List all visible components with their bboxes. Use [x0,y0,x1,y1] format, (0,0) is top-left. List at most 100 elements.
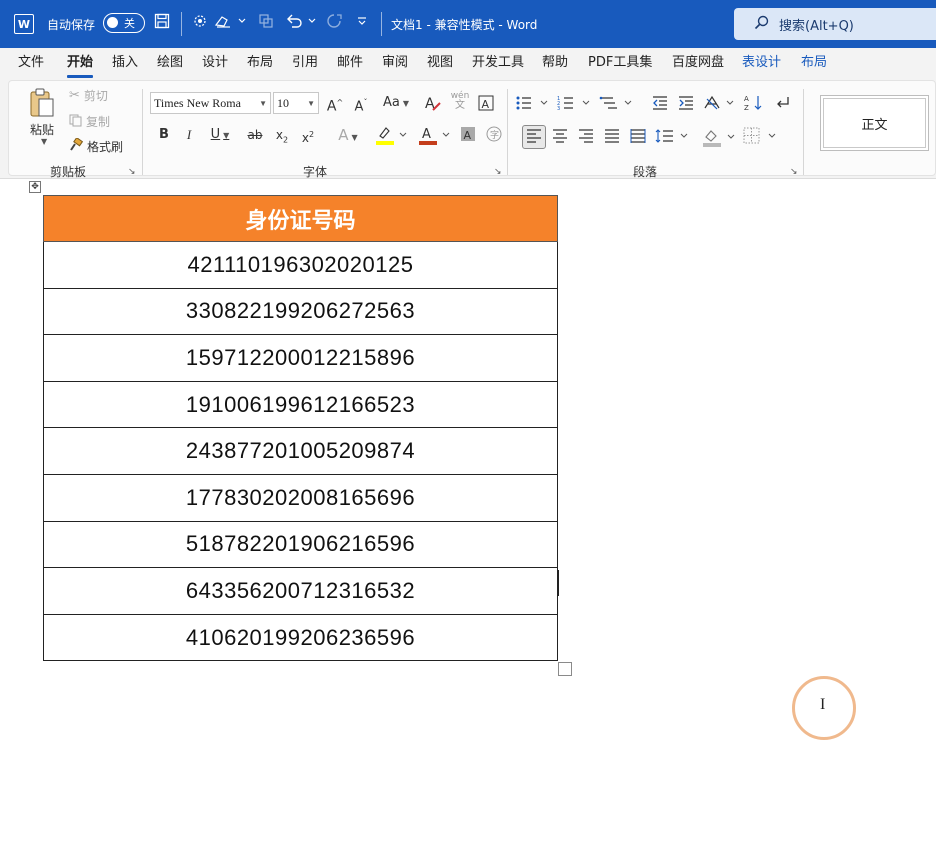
copy-button[interactable]: 复制 [69,113,110,130]
ink-draw-icon[interactable] [214,13,248,33]
align-right-icon[interactable] [577,128,595,146]
show-formatting-marks-icon[interactable] [772,94,792,112]
table-row[interactable]: 518782201906216596 [43,521,558,569]
paste-button[interactable]: 粘贴 [30,121,54,138]
character-border-icon[interactable]: A [476,94,496,112]
shading-icon[interactable] [702,127,738,147]
table-header-cell[interactable]: 身份证号码 [43,195,558,242]
touch-mode-icon[interactable] [256,13,276,33]
font-launcher-icon[interactable]: ↘ [494,167,502,177]
distributed-icon[interactable] [629,128,647,146]
svg-text:A: A [744,95,749,103]
font-name-combo[interactable]: Times New Roma ▼ [150,92,271,114]
bullets-icon[interactable] [515,94,551,112]
document-canvas[interactable]: ✥ 身份证号码 421110196302020125 3308221992062… [0,180,936,850]
highlight-color-icon[interactable] [374,124,410,145]
table-row[interactable]: 243877201005209874 [43,428,558,475]
table-row[interactable]: 159712200012215896 [43,335,558,382]
italic-icon[interactable]: I [180,126,198,144]
line-spacing-icon[interactable] [655,127,691,145]
clear-formatting-icon[interactable]: A [423,94,443,112]
group-separator [803,89,804,175]
copy-icon [69,114,82,130]
character-shading-icon[interactable]: A [459,126,477,144]
subscript-icon[interactable]: x2 [272,126,292,144]
tab-draw[interactable]: 绘图 [157,55,183,71]
strikethrough-icon[interactable]: ab [245,126,265,144]
ribbon: 粘贴 ▼ ✂ 剪切 复制 格式刷 剪贴板 ↘ Times New Roma ▼ … [0,78,936,179]
tab-home[interactable]: 开始 [67,55,94,78]
table-row[interactable]: 421110196302020125 [43,242,558,289]
chinese-layout-icon[interactable] [703,94,737,112]
tab-developer[interactable]: 开发工具 [472,55,524,71]
tab-insert[interactable]: 插入 [112,55,138,71]
format-painter-button[interactable]: 格式刷 [69,136,123,155]
table-row[interactable]: 177830202008165696 [43,474,558,522]
enclose-characters-icon[interactable]: 字 [485,126,503,144]
superscript-icon[interactable]: x2 [298,126,318,145]
chevron-down-icon: ▼ [259,99,267,108]
scissors-icon: ✂ [69,88,80,103]
autosave-toggle[interactable]: 关 [103,13,145,33]
table-move-handle-icon[interactable]: ✥ [29,181,41,193]
ink-icon[interactable] [190,13,210,33]
tab-file[interactable]: 文件 [18,55,44,71]
phonetic-guide-icon[interactable]: wén 文 [450,91,470,115]
table-row[interactable]: 643356200712316532 [43,568,558,615]
change-case-icon[interactable]: Aa ▼ [379,94,413,112]
align-center-icon[interactable] [551,128,569,146]
tab-design[interactable]: 设计 [202,55,228,71]
tab-table-layout[interactable]: 布局 [801,55,827,71]
sort-icon[interactable]: AZ [743,94,765,112]
cut-button[interactable]: ✂ 剪切 [69,87,108,104]
tab-layout[interactable]: 布局 [247,55,273,71]
tab-view[interactable]: 视图 [427,55,453,71]
tab-references[interactable]: 引用 [292,55,318,71]
tab-help[interactable]: 帮助 [542,55,568,71]
search-input[interactable]: 搜索(Alt+Q) [734,8,936,40]
pinyin-bottom: 文 [455,100,465,111]
table-resize-handle[interactable] [558,662,572,676]
multilevel-list-icon[interactable] [599,94,635,112]
text-caret [558,570,559,596]
paste-dropdown[interactable]: ▼ [38,137,47,146]
font-size-combo[interactable]: 10 ▼ [273,92,319,114]
tab-mailings[interactable]: 邮件 [337,55,363,71]
save-icon[interactable] [152,13,172,33]
svg-text:字: 字 [490,129,499,141]
paste-label: 粘贴 [30,123,55,137]
decrease-indent-icon[interactable] [650,94,670,112]
redo-icon[interactable] [323,13,345,33]
tab-review[interactable]: 审阅 [382,55,408,71]
ribbon-panel: 粘贴 ▼ ✂ 剪切 复制 格式刷 剪贴板 ↘ Times New Roma ▼ … [8,80,936,179]
table-row[interactable]: 410620199206236596 [43,614,558,662]
justify-icon[interactable] [603,128,621,146]
clipboard-launcher-icon[interactable]: ↘ [128,167,136,177]
svg-text:Z: Z [744,104,749,112]
chevron-down-icon: ▼ [307,99,315,108]
ibeam-cursor-icon: I [820,696,826,713]
paragraph-launcher-icon[interactable]: ↘ [790,167,798,177]
numbering-icon[interactable]: 123 [557,94,593,112]
id-number-table: 身份证号码 421110196302020125 330822199206272… [43,195,558,662]
bold-icon[interactable]: B [155,126,173,144]
table-row[interactable]: 191006199612166523 [43,381,558,429]
text-effects-icon[interactable]: A ▼ [329,126,367,144]
paste-icon[interactable] [27,87,57,119]
tab-baidu-netdisk[interactable]: 百度网盘 [672,55,724,71]
undo-icon[interactable] [285,13,319,33]
align-left-icon[interactable] [525,128,543,146]
shrink-font-icon[interactable]: Aˇ [351,94,371,114]
style-normal[interactable]: 正文 [820,95,929,151]
autosave-state: 关 [124,17,135,30]
table-row[interactable]: 330822199206272563 [43,288,558,336]
brush-icon [69,136,84,155]
increase-indent-icon[interactable] [676,94,696,112]
underline-icon[interactable]: U ▼ [205,126,235,144]
font-color-icon[interactable]: A [417,124,453,145]
borders-icon[interactable] [743,127,779,145]
tab-pdf-tools[interactable]: PDF工具集 [588,55,652,71]
tab-table-design[interactable]: 表设计 [742,55,781,71]
grow-font-icon[interactable]: A^ [325,94,345,115]
customize-qat-icon[interactable] [354,13,370,33]
